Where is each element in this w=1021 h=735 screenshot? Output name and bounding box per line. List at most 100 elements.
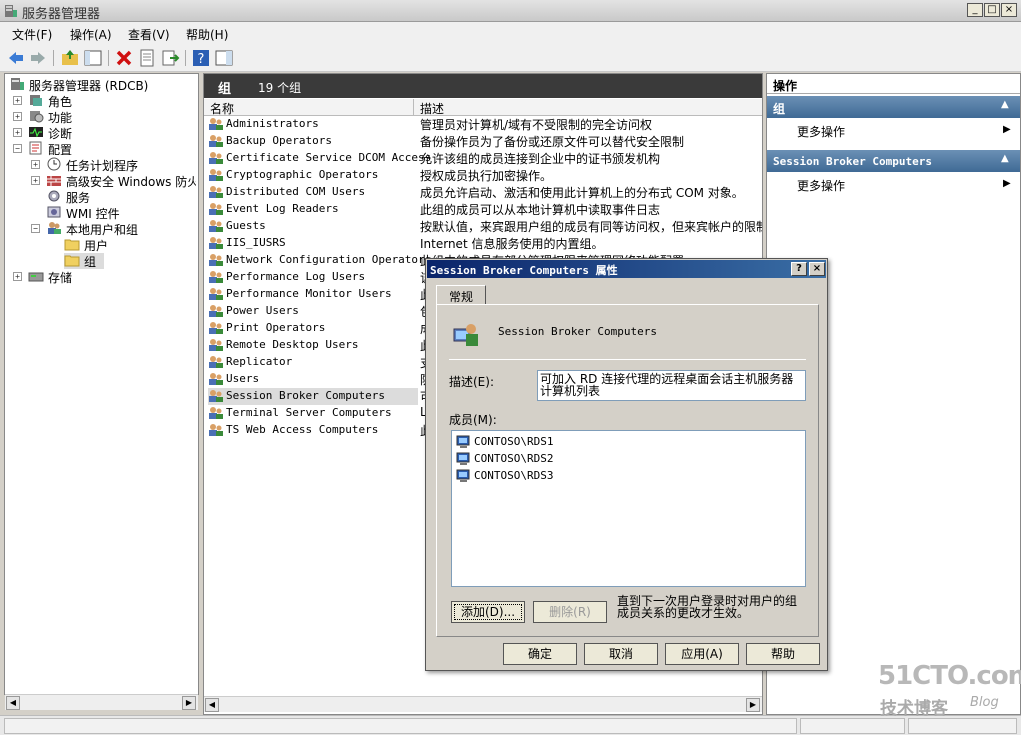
group-name-cell: IIS_IUSRS — [226, 236, 286, 249]
menu-help[interactable]: 帮助(H) — [186, 26, 228, 43]
maximize-button[interactable]: □ — [984, 3, 1000, 17]
table-row[interactable]: Distributed COM Users 成员允许启动、激活和使用此计算机上的分… — [208, 184, 758, 201]
table-row[interactable]: Session Broker Computers可 — [208, 388, 432, 405]
expand-icon[interactable]: + — [31, 176, 40, 185]
minimize-button[interactable]: _ — [967, 3, 983, 17]
dialog-help-button[interactable]: ? — [791, 262, 807, 276]
separator-line — [449, 359, 806, 360]
group-name-cell: Certificate Service DCOM Access — [226, 151, 432, 164]
delete-icon[interactable] — [114, 48, 134, 68]
tree-horizontal-scrollbar[interactable]: ◀ ▶ — [5, 694, 198, 710]
group-icon — [209, 322, 223, 334]
apply-button[interactable]: 应用(A) — [665, 643, 739, 665]
group-description-cell: 此组的成员可以从本地计算机中读取事件日志 — [420, 203, 661, 217]
svg-text:?: ? — [198, 52, 205, 67]
table-row[interactable]: Cryptographic Operators 授权成员执行加密操作。 — [208, 167, 758, 184]
back-arrow-icon[interactable] — [6, 48, 26, 68]
expand-icon[interactable]: + — [13, 128, 22, 137]
show-hide-tree-icon[interactable] — [83, 48, 103, 68]
menu-file[interactable]: 文件(F) — [12, 26, 52, 43]
tree-item-local-users-groups[interactable]: − 本地用户和组 — [31, 221, 196, 237]
add-member-button[interactable]: 添加(D)... — [451, 601, 525, 623]
scroll-left-icon[interactable]: ◀ — [6, 696, 20, 710]
scroll-left-icon[interactable]: ◀ — [205, 698, 219, 712]
tree-label: WMI 控件 — [66, 207, 120, 221]
tree-label: 功能 — [48, 111, 73, 125]
tree-item-groups[interactable]: 组 — [64, 253, 104, 269]
expand-icon[interactable]: + — [13, 96, 22, 105]
collapse-arrow-icon[interactable]: ▲ — [1001, 99, 1009, 110]
column-header-name[interactable]: 名称 — [210, 100, 234, 117]
group-icon — [209, 237, 223, 249]
remove-member-button[interactable]: 删除(R) — [533, 601, 607, 623]
actions-section-selected-group[interactable]: Session Broker Computers ▲ — [767, 150, 1020, 172]
export-list-icon[interactable] — [160, 48, 180, 68]
expand-icon[interactable]: + — [13, 272, 22, 281]
group-name: Session Broker Computers — [498, 325, 657, 338]
table-row[interactable]: Administrators 管理员对计算机/域有不受限制的完全访问权 — [208, 116, 758, 133]
table-row[interactable]: IIS_IUSRS Internet 信息服务使用的内置组。 — [208, 235, 758, 252]
group-name-cell: Administrators — [226, 117, 319, 130]
status-cell — [800, 718, 905, 734]
actions-section-groups[interactable]: 组 ▲ — [767, 96, 1020, 118]
table-row[interactable]: Event Log Readers 此组的成员可以从本地计算机中读取事件日志 — [208, 201, 758, 218]
table-row[interactable]: Backup Operators 备份操作员为了备份或还原文件可以替代安全限制 — [208, 133, 758, 150]
tree-item-roles[interactable]: + 角色 — [13, 93, 193, 109]
show-hide-action-pane-icon[interactable] — [214, 48, 234, 68]
tab-general[interactable]: 常规 — [436, 285, 486, 305]
actions-header: 操作 — [767, 74, 1020, 94]
group-name-cell: Cryptographic Operators — [226, 168, 379, 181]
group-icon — [209, 424, 223, 436]
menu-view[interactable]: 查看(V) — [128, 26, 170, 43]
close-window-button[interactable]: × — [1001, 3, 1017, 17]
group-name-cell: Terminal Server Computers — [226, 406, 392, 419]
group-name-cell: Performance Monitor Users — [226, 287, 392, 300]
collapse-icon[interactable]: − — [31, 224, 40, 233]
help-button[interactable]: 帮助 — [746, 643, 820, 665]
wmi-icon — [47, 206, 61, 218]
table-row[interactable]: Certificate Service DCOM Access 允许该组的成员连接… — [208, 150, 758, 167]
more-actions-link[interactable]: 更多操作 — [797, 177, 845, 194]
more-actions-link[interactable]: 更多操作 — [797, 123, 845, 140]
cancel-button[interactable]: 取消 — [584, 643, 658, 665]
properties-icon[interactable] — [137, 48, 157, 68]
scroll-right-icon[interactable]: ▶ — [182, 696, 196, 710]
expand-icon[interactable]: + — [31, 160, 40, 169]
scroll-right-icon[interactable]: ▶ — [746, 698, 760, 712]
up-folder-icon[interactable] — [60, 48, 80, 68]
dialog-title: Session Broker Computers 属性 — [430, 264, 618, 277]
column-divider[interactable] — [413, 99, 414, 116]
tree-item-features[interactable]: + 功能 — [13, 109, 193, 125]
description-field[interactable]: 可加入 RD 连接代理的远程桌面会话主机服务器计算机列表 — [537, 370, 806, 401]
forward-arrow-icon[interactable] — [28, 48, 48, 68]
tree-item-diagnostics[interactable]: + 诊断 — [13, 125, 193, 141]
column-header-description[interactable]: 描述 — [420, 100, 444, 117]
help-icon[interactable]: ? — [191, 48, 211, 68]
tree-item-firewall[interactable]: + 高级安全 Windows 防火墙 — [31, 173, 196, 189]
submenu-arrow-icon[interactable]: ▶ — [1003, 124, 1011, 135]
table-row[interactable]: Guests 按默认值，来宾跟用户组的成员有同等访问权，但来宾帐户的限制 — [208, 218, 762, 235]
storage-icon — [28, 272, 44, 282]
tree-item-task-scheduler[interactable]: + 任务计划程序 — [31, 157, 196, 173]
list-horizontal-scrollbar[interactable]: ◀ ▶ — [204, 696, 762, 712]
dialog-title-bar[interactable]: Session Broker Computers 属性 ? × — [427, 260, 826, 278]
dialog-close-button[interactable]: × — [809, 262, 825, 276]
expand-icon[interactable]: + — [13, 112, 22, 121]
collapse-arrow-icon[interactable]: ▲ — [1001, 153, 1009, 164]
tree-label: 任务计划程序 — [66, 159, 139, 173]
submenu-arrow-icon[interactable]: ▶ — [1003, 178, 1011, 189]
clock-icon — [47, 157, 61, 171]
section-title: Session Broker Computers — [773, 155, 932, 168]
ok-button[interactable]: 确定 — [503, 643, 577, 665]
tree-label: 配置 — [48, 143, 73, 157]
menu-action[interactable]: 操作(A) — [70, 26, 112, 43]
tree-item-storage[interactable]: + 存储 — [13, 269, 193, 285]
gear-icon — [48, 190, 60, 202]
tree-item-configuration[interactable]: − 配置 — [13, 141, 193, 157]
group-icon — [209, 135, 223, 147]
collapse-icon[interactable]: − — [13, 144, 22, 153]
group-name-cell: Performance Log Users — [226, 270, 366, 283]
list-header: 组 19 个组 — [204, 74, 762, 98]
tree-label: 角色 — [48, 95, 73, 109]
members-list[interactable]: CONTOSO\RDS1 CONTOSO\RDS2 CONTOSO\RDS3 — [451, 430, 806, 587]
